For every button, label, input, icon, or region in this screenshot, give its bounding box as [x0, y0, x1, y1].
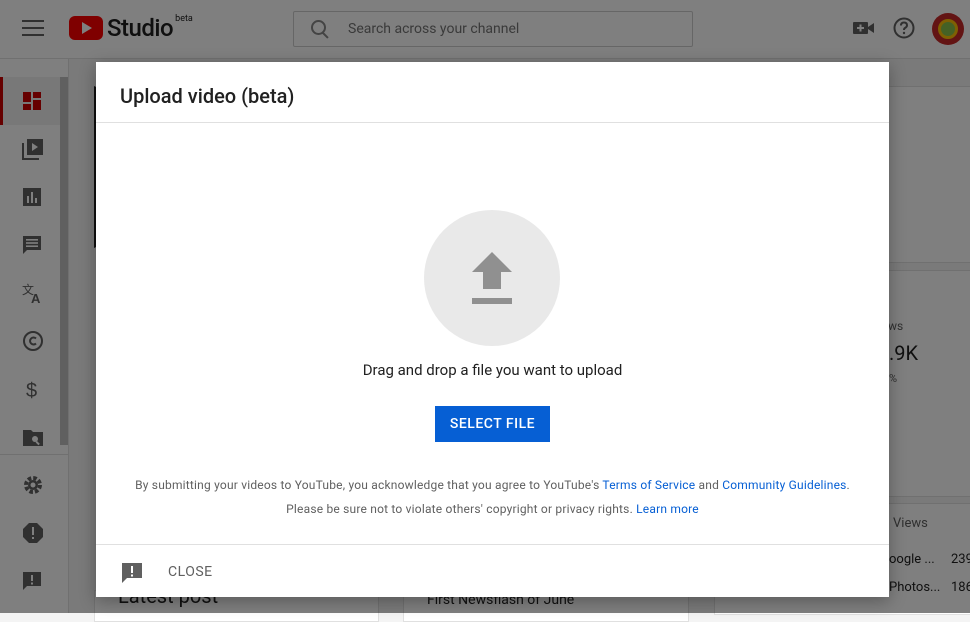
- feedback-icon[interactable]: [121, 562, 143, 584]
- dialog-divider-bottom: [96, 544, 889, 545]
- drag-drop-text: Drag and drop a file you want to upload: [362, 361, 623, 379]
- close-button[interactable]: CLOSE: [168, 564, 213, 580]
- select-file-button[interactable]: SELECT FILE: [435, 406, 550, 442]
- upload-drop-zone[interactable]: [424, 210, 560, 346]
- terms-of-service-link[interactable]: Terms of Service: [602, 478, 695, 492]
- upload-dialog: Upload video (beta) Drag and drop a file…: [96, 62, 889, 597]
- legal-text-suffix: .: [846, 478, 850, 492]
- legal-line-2: Please be sure not to violate others' co…: [96, 502, 889, 516]
- legal-text-prefix: By submitting your videos to YouTube, yo…: [135, 478, 603, 492]
- legal-text-and: and: [695, 478, 723, 492]
- copyright-notice-text: Please be sure not to violate others' co…: [286, 502, 637, 516]
- legal-line-1: By submitting your videos to YouTube, yo…: [96, 478, 889, 492]
- learn-more-link[interactable]: Learn more: [636, 502, 699, 516]
- dialog-title: Upload video (beta): [120, 84, 295, 108]
- community-guidelines-link[interactable]: Community Guidelines: [722, 478, 846, 492]
- dialog-divider-top: [96, 122, 889, 123]
